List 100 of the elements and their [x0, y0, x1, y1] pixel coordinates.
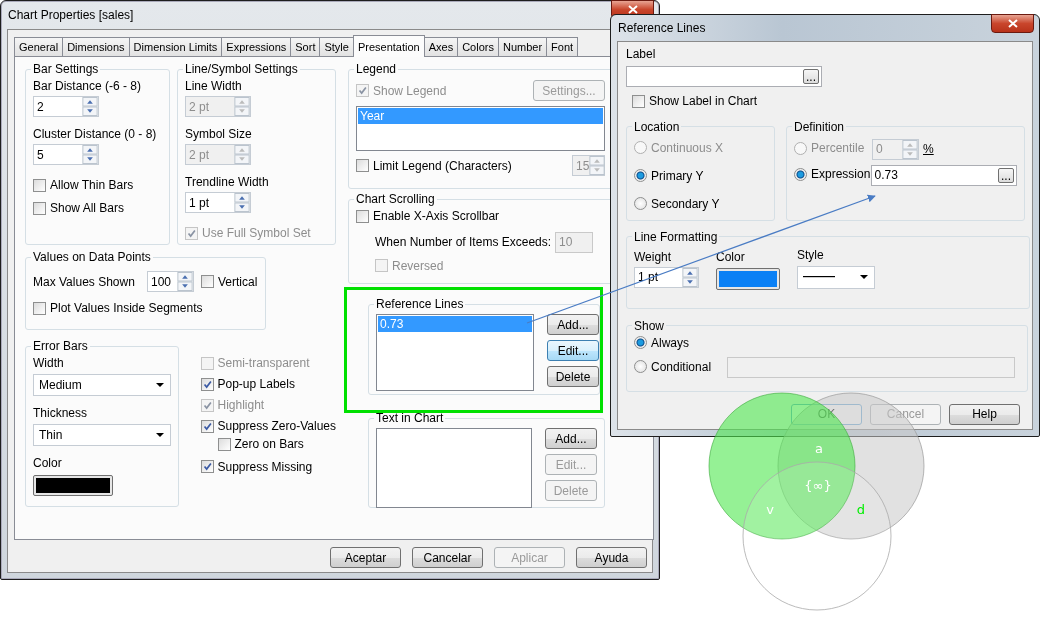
checkbox-label: Vertical — [218, 274, 258, 289]
browse-button[interactable]: ... — [998, 167, 1014, 183]
spin-field[interactable]: 100 — [147, 271, 194, 292]
checkbox[interactable] — [33, 301, 46, 315]
group-title: Line/Symbol Settings — [184, 62, 299, 76]
dialog-button[interactable]: Cancelar — [412, 547, 483, 568]
checkbox[interactable] — [200, 419, 214, 433]
radio-label: Conditional — [651, 359, 712, 374]
tab[interactable]: Number — [497, 37, 548, 56]
checkbox[interactable] — [200, 377, 214, 391]
checkbox[interactable] — [33, 178, 46, 192]
tab[interactable]: Colors — [457, 37, 499, 56]
dialog-button[interactable]: Aceptar — [330, 547, 401, 568]
checkbox-label: Plot Values Inside Segments — [50, 301, 203, 315]
spinner-icon[interactable] — [82, 145, 98, 164]
radio-label: Secondary Y — [651, 196, 720, 211]
checkbox-label: Pop-up Labels — [217, 377, 295, 391]
checkbox[interactable] — [632, 94, 645, 108]
radio-button[interactable] — [634, 169, 647, 182]
spinner-icon[interactable] — [682, 267, 698, 287]
tab[interactable]: Font — [546, 37, 579, 56]
field-label: When Number of Items Exceeds: — [375, 235, 553, 249]
field-label: Trendline Width — [185, 175, 270, 190]
group-title: Text in Chart — [375, 411, 445, 425]
checkbox[interactable] — [356, 209, 369, 223]
tab[interactable]: Sort — [290, 37, 321, 56]
browse-button[interactable]: ... — [803, 69, 819, 84]
field-label: Max Values Shown — [33, 274, 136, 289]
field-label: Label — [626, 47, 657, 62]
spin-field[interactable]: 1 pt — [185, 192, 251, 213]
input-field[interactable] — [727, 357, 1015, 378]
close-icon — [1007, 19, 1018, 28]
spin-field[interactable]: 2 — [33, 96, 99, 117]
list-action-button[interactable]: Add... — [545, 428, 597, 449]
checkbox[interactable] — [201, 275, 214, 288]
spinner-icon[interactable] — [177, 272, 193, 291]
group-title: Definition — [793, 119, 846, 134]
tab[interactable]: Expressions — [221, 37, 292, 56]
field-label: Weight — [634, 249, 673, 265]
window-title: Chart Properties [sales] — [7, 8, 134, 22]
list-action-button[interactable]: Edit... — [547, 340, 599, 361]
color-button[interactable] — [33, 475, 113, 496]
field-label: Line Width — [185, 79, 243, 94]
group-title: Location — [633, 119, 681, 134]
group-title: Values on Data Points — [32, 250, 152, 264]
list-action-button[interactable]: Delete — [547, 366, 599, 387]
checkbox-label: Limit Legend (Characters) — [373, 158, 512, 173]
spinner-icon[interactable] — [234, 193, 250, 212]
dropdown[interactable]: Medium — [33, 374, 171, 396]
line-style-icon — [803, 276, 835, 278]
input-field[interactable]: ... — [626, 66, 822, 87]
tab[interactable]: General — [14, 37, 64, 56]
field-label: Bar Distance (-6 - 8) — [33, 79, 143, 94]
dropdown[interactable]: Thin — [33, 424, 171, 446]
checkbox[interactable] — [200, 460, 214, 473]
field-label: Style — [797, 247, 825, 263]
checkbox-label: Show Label in Chart — [649, 94, 758, 108]
list-action-button[interactable]: Add... — [547, 314, 599, 335]
group-title: Legend — [355, 62, 398, 76]
group-title: Error Bars — [32, 339, 89, 353]
color-button[interactable] — [716, 267, 780, 290]
close-button[interactable] — [991, 14, 1034, 33]
checkbox-label: Suppress Missing — [217, 459, 313, 474]
group-title: Show — [633, 318, 666, 333]
venn-label: d — [856, 502, 866, 517]
tab[interactable]: Dimensions — [62, 37, 130, 56]
radio-label: Primary Y — [651, 168, 704, 183]
field-label: Thickness — [33, 406, 89, 421]
radio-button[interactable] — [794, 167, 807, 181]
venn-label: {∞} — [804, 478, 832, 493]
input-field[interactable]: 0.73 ... — [870, 164, 1017, 186]
tab[interactable]: Style — [319, 37, 354, 56]
radio-button[interactable] — [634, 336, 647, 349]
group-title: Chart Scrolling — [355, 192, 436, 206]
group-title: Bar Settings — [32, 62, 100, 76]
unit-label: % — [923, 142, 934, 156]
field-label: Symbol Size — [185, 127, 253, 142]
radio-button[interactable] — [634, 197, 647, 210]
checkbox-label: Highlight — [217, 398, 265, 412]
spin-field[interactable]: 5 — [33, 144, 99, 165]
field-label: Color — [716, 249, 746, 265]
spinner-icon[interactable] — [82, 97, 98, 116]
field-label: Color — [33, 456, 63, 471]
field-label: Width — [33, 356, 65, 371]
line-style-dropdown[interactable] — [797, 265, 875, 289]
checkbox[interactable] — [33, 201, 46, 215]
tab[interactable]: Dimension Limits — [128, 37, 223, 56]
caret-icon — [155, 433, 164, 437]
venn-label: a — [815, 441, 823, 456]
radio-label: Always — [651, 335, 689, 350]
checkbox-label: Show All Bars — [50, 201, 125, 215]
dialog-button[interactable]: Ayuda — [576, 547, 647, 568]
tab[interactable]: Presentation — [352, 35, 425, 57]
checkbox-label: Semi-transparent — [217, 356, 310, 370]
radio-button[interactable] — [634, 360, 647, 374]
dialog-button[interactable]: Help — [949, 403, 1020, 425]
caret-icon — [155, 383, 164, 387]
radio-label: Percentile — [811, 141, 865, 156]
checkbox[interactable] — [356, 159, 369, 172]
checkbox[interactable] — [217, 437, 231, 451]
